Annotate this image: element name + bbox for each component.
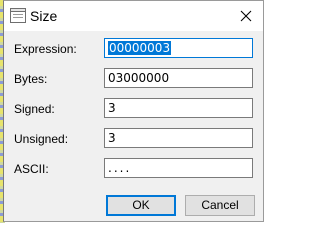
- ascii-label: ASCII:: [14, 162, 49, 176]
- expression-label: Expression:: [14, 42, 77, 56]
- dialog-title: Size: [30, 8, 58, 24]
- bytes-label: Bytes:: [14, 72, 48, 86]
- signed-label: Signed:: [14, 102, 55, 116]
- cancel-button[interactable]: Cancel: [185, 195, 255, 216]
- unsigned-field[interactable]: 3: [104, 128, 253, 148]
- ascii-field[interactable]: ....: [104, 158, 253, 178]
- close-icon: [240, 10, 252, 22]
- unsigned-label: Unsigned:: [14, 132, 69, 146]
- signed-field[interactable]: 3: [104, 98, 253, 118]
- title-bar[interactable]: Size: [4, 1, 263, 31]
- expression-field[interactable]: 00000003: [104, 38, 253, 58]
- window-icon: [10, 8, 26, 23]
- size-dialog: Size Expression: 00000003 Bytes: 0300000…: [3, 0, 264, 222]
- screen: Size Expression: 00000003 Bytes: 0300000…: [0, 0, 264, 223]
- ok-button[interactable]: OK: [106, 195, 176, 216]
- expression-value: 00000003: [108, 41, 172, 55]
- bytes-field[interactable]: 03000000: [104, 68, 253, 88]
- close-button[interactable]: [229, 1, 263, 31]
